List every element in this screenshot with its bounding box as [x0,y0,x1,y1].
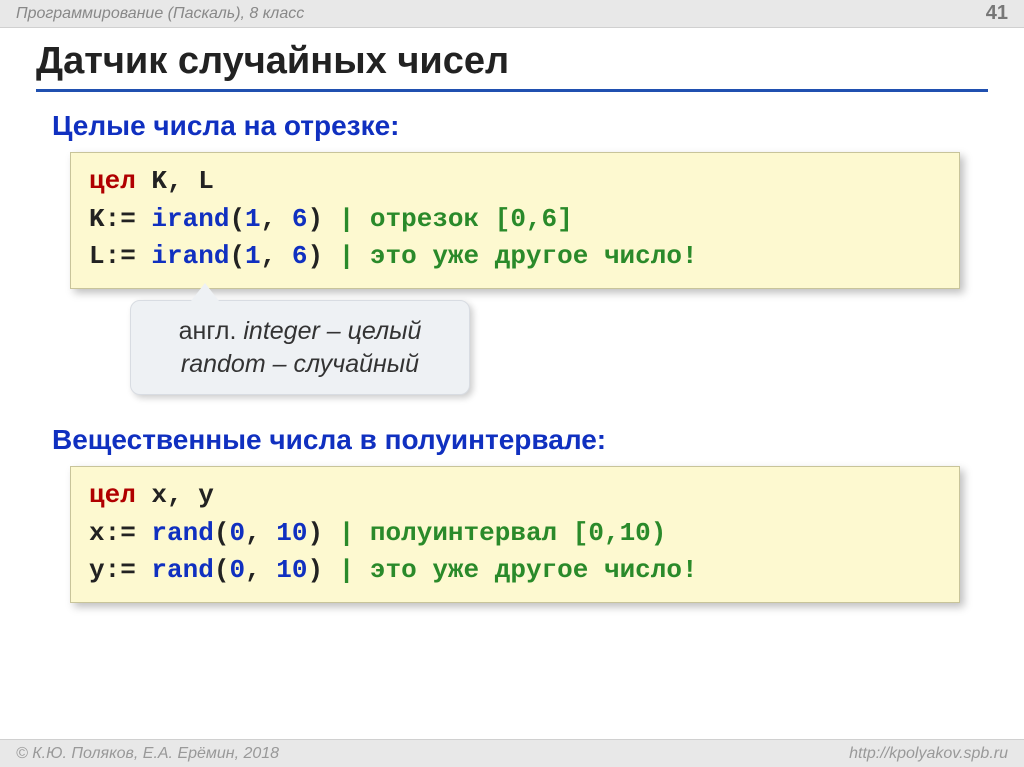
footer-copyright: © К.Ю. Поляков, Е.А. Ерёмин, 2018 [16,745,279,763]
code-line: цел x, y [89,477,941,515]
comment: | это уже другое число! [339,555,698,585]
number: 0 [229,555,245,585]
slide: Программирование (Паскаль), 8 класс 41 Д… [0,0,1024,767]
code-line: K:= irand(1, 6) | отрезок [0,6] [89,201,941,239]
code-line: L:= irand(1, 6) | это уже другое число! [89,238,941,276]
paren: ( [214,555,230,585]
callout-note: англ. integer – целый random – случайный [130,300,470,395]
number: 1 [245,241,261,271]
number: 0 [229,518,245,548]
footer-url: http://kpolyakov.spb.ru [849,745,1008,763]
code-line: x:= rand(0, 10) | полуинтервал [0,10) [89,515,941,553]
func: rand [151,518,213,548]
func: irand [151,241,229,271]
page-number: 41 [986,2,1008,25]
keyword: цел [89,166,136,196]
func: rand [151,555,213,585]
section-floats: Вещественные числа в полуинтервале: [52,424,606,456]
note-line: random – случайный [145,348,455,381]
comma: , [261,204,292,234]
note-text: англ. [179,317,244,345]
comma: , [245,518,276,548]
comma: , [261,241,292,271]
code-text: y:= [89,555,151,585]
code-text: x:= [89,518,151,548]
paren: ) [308,555,339,585]
comment: | отрезок [0,6] [339,204,573,234]
vars: x, y [136,480,214,510]
comma: , [245,555,276,585]
slide-header: Программирование (Паскаль), 8 класс 41 [0,0,1024,28]
code-text: K:= [89,204,151,234]
number: 6 [292,241,308,271]
number: 10 [276,518,307,548]
paren: ( [229,204,245,234]
code-line: y:= rand(0, 10) | это уже другое число! [89,552,941,590]
vars: K, L [136,166,214,196]
code-line: цел K, L [89,163,941,201]
slide-footer: © К.Ю. Поляков, Е.А. Ерёмин, 2018 http:/… [0,739,1024,767]
paren: ( [229,241,245,271]
header-subject: Программирование (Паскаль), 8 класс [16,5,304,23]
paren: ) [308,518,339,548]
slide-title: Датчик случайных чисел [36,40,988,92]
number: 1 [245,204,261,234]
func: irand [151,204,229,234]
comment: | полуинтервал [0,10) [339,518,667,548]
paren: ) [307,241,338,271]
code-block-integers: цел K, L K:= irand(1, 6) | отрезок [0,6]… [70,152,960,289]
keyword: цел [89,480,136,510]
comment: | это уже другое число! [339,241,698,271]
number: 10 [276,555,307,585]
note-line: англ. integer – целый [145,315,455,348]
number: 6 [292,204,308,234]
section-integers: Целые числа на отрезке: [52,110,399,142]
code-text: L:= [89,241,151,271]
code-block-floats: цел x, y x:= rand(0, 10) | полуинтервал … [70,466,960,603]
note-term: random [181,350,273,378]
note-term: integer [243,317,326,345]
note-text: – целый [327,317,422,345]
paren: ( [214,518,230,548]
note-text: – случайный [273,350,419,378]
paren: ) [307,204,338,234]
